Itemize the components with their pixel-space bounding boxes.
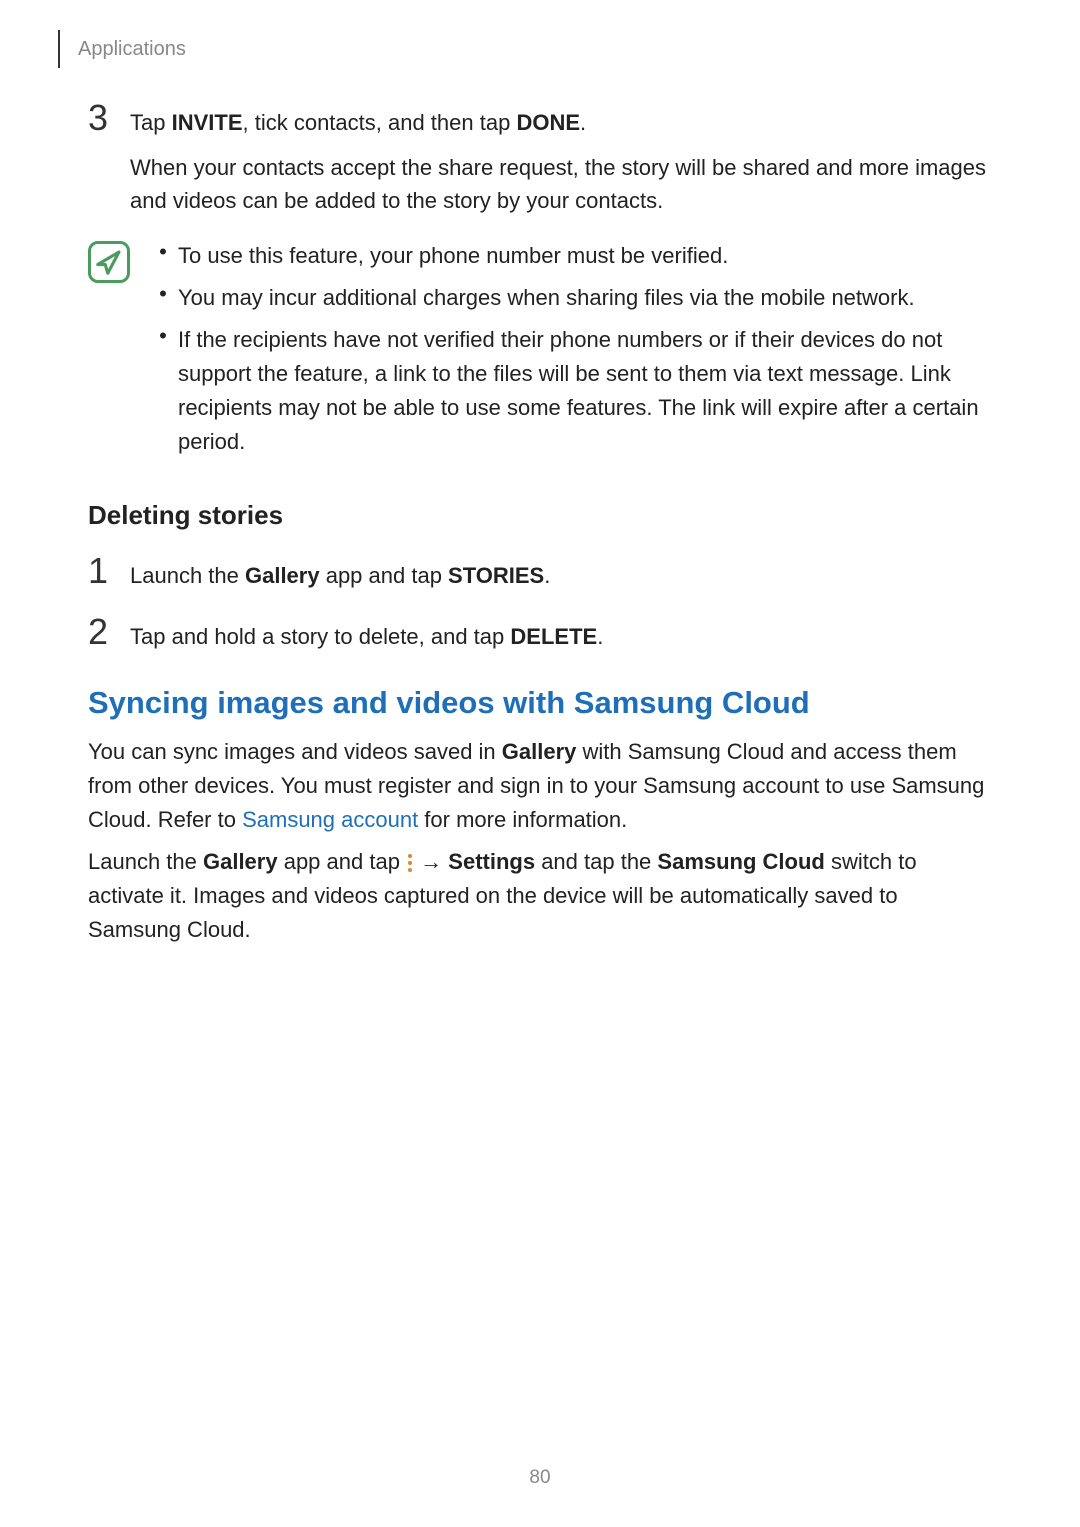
step-3: 3 Tap INVITE, tick contacts, and then ta… — [88, 100, 992, 139]
list-item: • If the recipients have not verified th… — [148, 323, 992, 459]
samsung-cloud-label: Samsung Cloud — [657, 849, 824, 874]
text: for more information. — [418, 807, 627, 832]
bullet-dot: • — [148, 281, 178, 315]
heading-syncing: Syncing images and videos with Samsung C… — [88, 685, 992, 721]
sync-para-2: Launch the Gallery app and tap → Setting… — [88, 845, 992, 947]
gallery-label: Gallery — [502, 739, 577, 764]
more-options-icon — [408, 854, 412, 872]
bullet-list: • To use this feature, your phone number… — [148, 239, 992, 468]
done-label: DONE — [516, 110, 580, 135]
gallery-label: Gallery — [245, 563, 320, 588]
text: . — [544, 563, 550, 588]
stories-label: STORIES — [448, 563, 544, 588]
step-text: Launch the Gallery app and tap STORIES. — [130, 559, 550, 592]
bullet-dot: • — [148, 239, 178, 273]
delete-label: DELETE — [510, 624, 597, 649]
step-text: Tap and hold a story to delete, and tap … — [130, 620, 603, 653]
text: app and tap — [320, 563, 448, 588]
list-item: • You may incur additional charges when … — [148, 281, 992, 315]
bullet-dot: • — [148, 323, 178, 459]
settings-label: Settings — [448, 849, 535, 874]
sync-para-1: You can sync images and videos saved in … — [88, 735, 992, 837]
step-number: 2 — [88, 614, 130, 650]
bullet-text: You may incur additional charges when sh… — [178, 281, 915, 315]
bullet-text: If the recipients have not verified thei… — [178, 323, 992, 459]
subheading-deleting: Deleting stories — [88, 500, 992, 531]
section-name: Applications — [78, 38, 186, 61]
info-callout: • To use this feature, your phone number… — [88, 239, 992, 468]
delete-step-2: 2 Tap and hold a story to delete, and ta… — [88, 614, 992, 653]
gallery-label: Gallery — [203, 849, 278, 874]
text: , tick contacts, and then tap — [243, 110, 517, 135]
invite-label: INVITE — [172, 110, 243, 135]
step-number: 3 — [88, 100, 130, 136]
text: Launch the — [130, 563, 245, 588]
text: . — [597, 624, 603, 649]
page-number: 80 — [0, 1467, 1080, 1489]
list-item: • To use this feature, your phone number… — [148, 239, 992, 273]
step-text: Tap INVITE, tick contacts, and then tap … — [130, 106, 586, 139]
text: Launch the — [88, 849, 203, 874]
samsung-account-link[interactable]: Samsung account — [242, 807, 418, 832]
delete-step-1: 1 Launch the Gallery app and tap STORIES… — [88, 553, 992, 592]
arrow: → — [414, 849, 448, 874]
step-3-para: When your contacts accept the share requ… — [130, 151, 992, 217]
text: Tap — [130, 110, 172, 135]
text: app and tap — [278, 849, 406, 874]
note-icon — [88, 241, 130, 283]
breadcrumb: Applications — [58, 30, 992, 68]
bullet-text: To use this feature, your phone number m… — [178, 239, 728, 273]
step-number: 1 — [88, 553, 130, 589]
text: and tap the — [535, 849, 657, 874]
text: You can sync images and videos saved in — [88, 739, 502, 764]
text: . — [580, 110, 586, 135]
text: Tap and hold a story to delete, and tap — [130, 624, 510, 649]
